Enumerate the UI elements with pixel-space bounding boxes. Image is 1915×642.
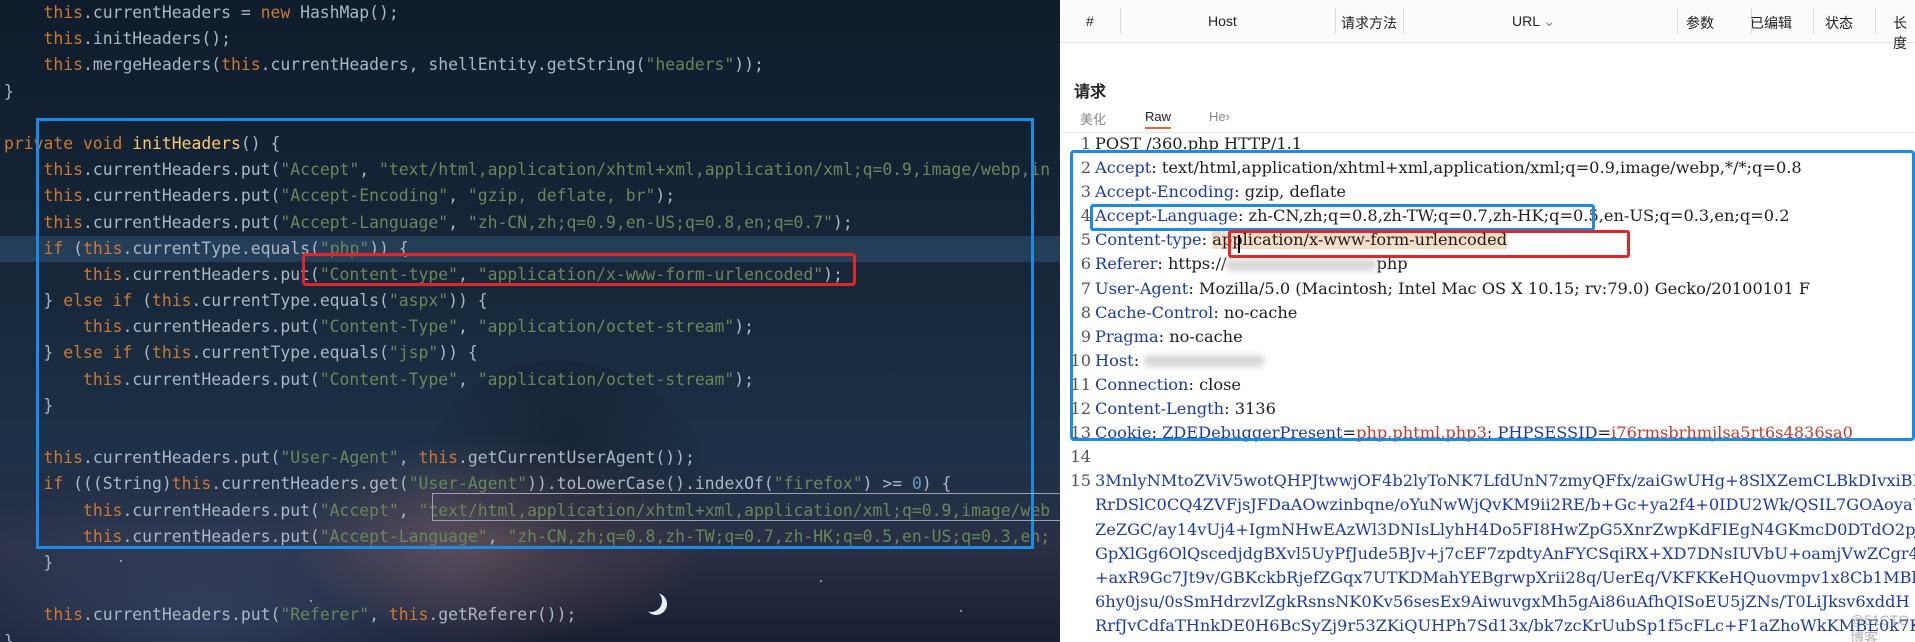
column-index[interactable]: #: [1086, 13, 1094, 29]
annotation-box-headers: [1070, 150, 1915, 441]
annotation-box-accept-language: [1090, 204, 1595, 231]
request-token: +axR9Gc7Jt9v/GBKckbRjefZGqx7UTKDMahYEBgr…: [1095, 567, 1915, 587]
request-line[interactable]: 6hy0jsu/0sSmHdrzvlZgkRsnsNK0Kv56sesEx9Ai…: [1060, 590, 1915, 614]
watermark: @51CTO博客: [1850, 612, 1910, 642]
request-token: 6hy0jsu/0sSmHdrzvlZgkRsnsNK0Kv56sesEx9Ai…: [1095, 591, 1910, 611]
chevron-down-icon: ⌄: [1543, 13, 1556, 29]
request-line[interactable]: 14: [1060, 445, 1915, 469]
text-cursor: [1238, 235, 1240, 253]
tab-raw[interactable]: Raw: [1145, 109, 1172, 129]
selection-outline: [432, 493, 1060, 521]
code-token: .currentHeaders.put(: [82, 605, 281, 625]
request-line[interactable]: +axR9Gc7Jt9v/GBKckbRjefZGqx7UTKDMahYEBgr…: [1060, 566, 1915, 590]
request-line[interactable]: RrfJvCdfaTHnkDE0H6BcSyZj9r53ZKiQUHPh7Sd1…: [1060, 614, 1915, 638]
line-number: 14: [1070, 447, 1091, 467]
code-token: HashMap();: [290, 3, 399, 22]
code-token: this: [43, 605, 83, 625]
code-line[interactable]: }: [4, 79, 1060, 105]
code-token: ,: [369, 605, 389, 625]
tab-hex[interactable]: He›: [1209, 109, 1230, 124]
code-token: ));: [734, 55, 764, 75]
code-token: this: [43, 29, 83, 49]
column-separator: [1677, 8, 1678, 34]
code-token: "Referer": [280, 605, 370, 625]
code-line[interactable]: this.currentHeaders = new HashMap();: [4, 0, 1060, 26]
request-section-title: 请求: [1074, 84, 1107, 101]
line-number: 15: [1070, 471, 1091, 491]
code-editor[interactable]: this.currentHeaders = new HashMap(); thi…: [0, 0, 1060, 642]
column-separator: [1335, 8, 1336, 34]
column-url[interactable]: URL ⌄: [1512, 13, 1555, 30]
request-viewer-panel: # Host 请求方法 URL ⌄ 参数 已编辑 状态 长度 请求 美化 Raw…: [1060, 0, 1915, 642]
code-token: }: [4, 81, 14, 101]
request-token: ZeZGC/ay14vUj4+IgmNHwEAzWl3DNIsLlyhH4Do5…: [1095, 519, 1915, 539]
column-separator: [1120, 8, 1121, 34]
column-edited[interactable]: 已编辑: [1750, 13, 1792, 33]
column-status[interactable]: 状态: [1825, 13, 1853, 33]
column-length[interactable]: 长度: [1893, 13, 1915, 53]
annotation-box-content-type-value: [1228, 230, 1630, 258]
code-token: this: [43, 3, 83, 22]
code-token: .getReferer());: [428, 605, 577, 625]
tab-pretty[interactable]: 美化: [1080, 109, 1106, 128]
request-token: GpXlGg6OlQscedjdgBXvl5UyPfJude5BJv+j7cEF…: [1095, 543, 1915, 563]
code-line[interactable]: [4, 576, 1060, 602]
column-params[interactable]: 参数: [1686, 13, 1714, 33]
column-host[interactable]: Host: [1208, 13, 1237, 29]
request-line[interactable]: RrDSlC0CQ4ZVFjsJFDaAOwzinbqne/oYuNwWjQvK…: [1060, 493, 1915, 517]
request-token: RrfJvCdfaTHnkDE0H6BcSyZj9r53ZKiQUHPh7Sd1…: [1095, 615, 1915, 635]
request-line[interactable]: GpXlGg6OlQscedjdgBXvl5UyPfJude5BJv+j7cEF…: [1060, 542, 1915, 566]
column-method[interactable]: 请求方法: [1341, 13, 1397, 33]
code-token: this: [43, 55, 83, 75]
code-token: this: [388, 605, 429, 625]
column-separator: [1813, 8, 1814, 34]
code-line[interactable]: this.mergeHeaders(this.currentHeaders, s…: [4, 52, 1060, 78]
code-token: "headers": [645, 55, 735, 75]
code-line[interactable]: this.currentHeaders.put("Referer", this.…: [4, 602, 1060, 628]
request-line[interactable]: ZeZGC/ay14vUj4+IgmNHwEAzWl3DNIsLlyhH4Do5…: [1060, 518, 1915, 542]
annotation-box-content-type: [302, 253, 856, 286]
column-separator: [1875, 8, 1876, 34]
column-url-label: URL: [1512, 13, 1540, 29]
code-token: }: [4, 631, 14, 642]
code-line[interactable]: }: [4, 550, 1060, 576]
code-token: new: [260, 3, 291, 22]
code-token: .currentHeaders, shellEntity.getString(: [260, 55, 646, 75]
request-token: RrDSlC0CQ4ZVFjsJFDaAOwzinbqne/oYuNwWjQvK…: [1095, 495, 1915, 515]
code-token: .currentHeaders =: [82, 3, 261, 22]
code-token: .initHeaders();: [82, 29, 231, 49]
request-view-tabs: 美化 Raw He›: [1060, 106, 1915, 133]
code-token: .mergeHeaders(: [82, 55, 222, 75]
request-token: 3MnlyNMtoZViV5wotQHPJtwwjOF4b2lyToNK7Lfd…: [1095, 471, 1915, 491]
code-line[interactable]: this.initHeaders();: [4, 26, 1060, 52]
request-line[interactable]: 15 3MnlyNMtoZViV5wotQHPJtwwjOF4b2lyToNK7L…: [1060, 469, 1915, 493]
request-table-header: # Host 请求方法 URL ⌄ 参数 已编辑 状态 长度: [1060, 0, 1915, 51]
column-separator: [1403, 8, 1404, 34]
code-line[interactable]: }: [4, 629, 1060, 642]
annotation-box-init-headers: [36, 118, 1034, 549]
code-token: this: [221, 55, 261, 75]
code-token: }: [4, 552, 54, 572]
